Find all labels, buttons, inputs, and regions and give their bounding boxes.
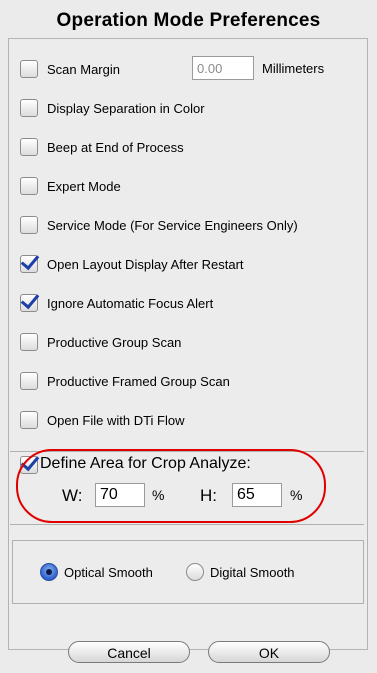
checkbox-open-layout[interactable] xyxy=(20,255,38,273)
checkbox-dti-flow[interactable] xyxy=(20,411,38,429)
option-label: Productive Group Scan xyxy=(47,334,182,350)
option-display-separation[interactable]: Display Separation in Color xyxy=(20,97,205,119)
checkbox-service-mode[interactable] xyxy=(20,216,38,234)
option-ignore-focus[interactable]: Ignore Automatic Focus Alert xyxy=(20,292,213,314)
option-expert-mode[interactable]: Expert Mode xyxy=(20,175,121,197)
checkbox-display-separation[interactable] xyxy=(20,99,38,117)
cancel-button[interactable]: Cancel xyxy=(68,641,190,663)
option-label: Expert Mode xyxy=(47,178,121,194)
option-productive-group[interactable]: Productive Group Scan xyxy=(20,331,181,353)
checkbox-expert-mode[interactable] xyxy=(20,177,38,195)
option-productive-framed[interactable]: Productive Framed Group Scan xyxy=(20,370,230,392)
option-label: Open File with DTi Flow xyxy=(47,412,185,428)
optical-smooth-radio[interactable] xyxy=(40,563,58,581)
option-beep[interactable]: Beep at End of Process xyxy=(20,136,184,158)
radio-optical-smooth[interactable]: Optical Smooth xyxy=(40,563,153,581)
option-label: Beep at End of Process xyxy=(47,139,184,155)
option-label: Display Separation in Color xyxy=(47,100,205,116)
option-open-layout[interactable]: Open Layout Display After Restart xyxy=(20,253,244,275)
option-label: Productive Framed Group Scan xyxy=(47,373,230,389)
scan-margin-unit: Millimeters xyxy=(262,61,325,76)
checkbox-ignore-focus[interactable] xyxy=(20,294,38,312)
option-scan-margin[interactable]: Scan Margin xyxy=(20,58,120,80)
ok-button[interactable]: OK xyxy=(208,641,330,663)
digital-smooth-label: Digital Smooth xyxy=(210,564,295,580)
checkbox-scan-margin[interactable] xyxy=(20,60,38,78)
window-title: Operation Mode Preferences xyxy=(56,10,321,31)
optical-smooth-label: Optical Smooth xyxy=(64,564,153,580)
digital-smooth-radio[interactable] xyxy=(186,563,204,581)
scan-margin-input[interactable] xyxy=(192,56,254,80)
checkbox-productive-group[interactable] xyxy=(20,333,38,351)
preferences-window: Operation Mode Preferences Scan Margin M… xyxy=(0,0,377,673)
option-label: Open Layout Display After Restart xyxy=(47,256,244,272)
checkbox-beep[interactable] xyxy=(20,138,38,156)
option-dti-flow[interactable]: Open File with DTi Flow xyxy=(20,409,185,431)
checkbox-productive-framed[interactable] xyxy=(20,372,38,390)
option-label: Service Mode (For Service Engineers Only… xyxy=(47,217,298,233)
option-service-mode[interactable]: Service Mode (For Service Engineers Only… xyxy=(20,214,298,236)
highlight-oval xyxy=(16,449,326,523)
option-label: Ignore Automatic Focus Alert xyxy=(47,295,214,311)
radio-digital-smooth[interactable]: Digital Smooth xyxy=(186,563,295,581)
option-label: Scan Margin xyxy=(47,61,120,77)
